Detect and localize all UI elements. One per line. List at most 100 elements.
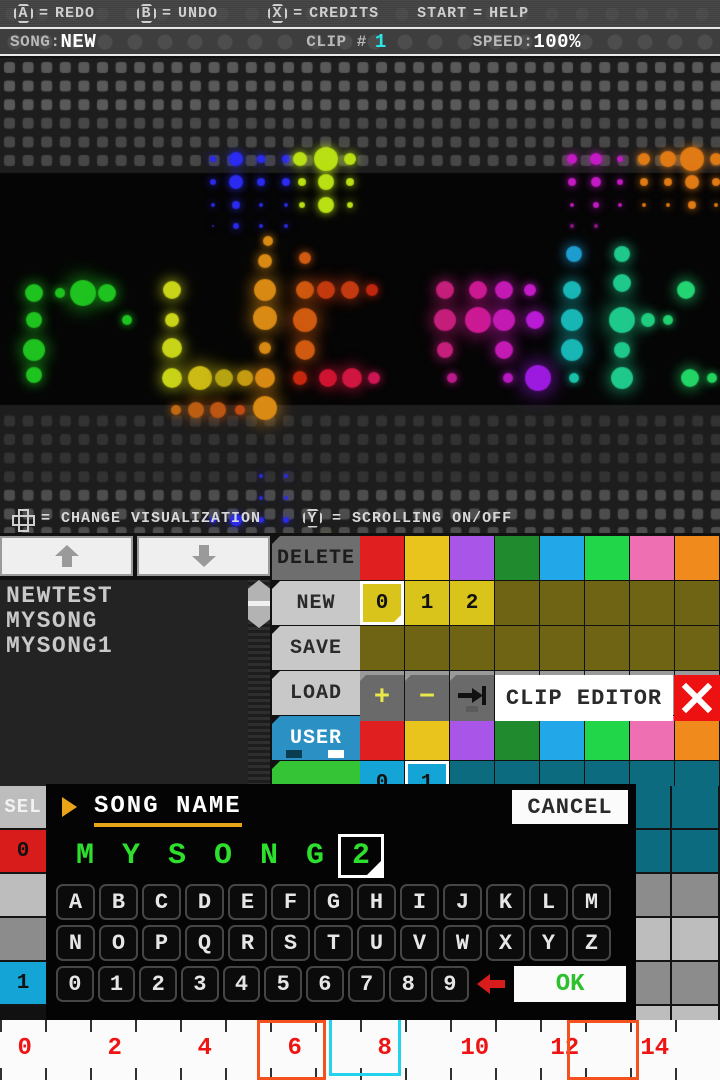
table-row[interactable] [360, 716, 720, 760]
clip-cell-empty[interactable] [495, 581, 539, 625]
key-M[interactable]: M [572, 884, 611, 920]
track-header-1[interactable]: 0 [0, 830, 46, 874]
help-undo[interactable]: B = UNDO [137, 4, 218, 23]
palette-cell[interactable] [585, 716, 629, 760]
load-button[interactable]: LOAD [272, 671, 360, 715]
backspace-arrow-icon[interactable] [473, 966, 511, 1002]
key-X[interactable]: X [486, 925, 525, 961]
song-list-scrollbar[interactable] [248, 580, 270, 786]
close-button[interactable] [674, 675, 720, 721]
song-value[interactable]: NEW [61, 31, 97, 53]
key-G[interactable]: G [314, 884, 353, 920]
key-P[interactable]: P [142, 925, 181, 961]
track-header-2[interactable] [0, 874, 46, 918]
step-cell[interactable] [671, 874, 720, 918]
key-J[interactable]: J [443, 884, 482, 920]
key-2[interactable]: 2 [139, 966, 178, 1002]
key-4[interactable]: 4 [222, 966, 261, 1002]
palette-cell[interactable] [675, 536, 719, 580]
step-cell[interactable] [671, 962, 720, 1006]
key-F[interactable]: F [271, 884, 310, 920]
list-item[interactable]: NEWTEST [6, 584, 242, 609]
key-W[interactable]: W [443, 925, 482, 961]
key-1[interactable]: 1 [97, 966, 136, 1002]
key-9[interactable]: 9 [431, 966, 469, 1002]
clip-cell-empty[interactable] [495, 626, 539, 670]
key-8[interactable]: 8 [389, 966, 428, 1002]
playhead-marker[interactable] [328, 1020, 401, 1076]
clip-cell-2[interactable]: 2 [450, 581, 494, 625]
clip-cell-empty[interactable] [540, 581, 584, 625]
palette-cell[interactable] [495, 536, 539, 580]
step-cell[interactable] [671, 786, 720, 830]
speed-value[interactable]: 100% [533, 31, 581, 53]
palette-cell[interactable] [405, 716, 449, 760]
key-S[interactable]: S [271, 925, 310, 961]
key-O[interactable]: O [99, 925, 138, 961]
palette-cell[interactable] [630, 536, 674, 580]
save-button[interactable]: SAVE [272, 626, 360, 670]
clip-cell-empty[interactable] [630, 581, 674, 625]
palette-cell[interactable] [585, 536, 629, 580]
clip-cell-empty[interactable] [360, 626, 404, 670]
timeline-ruler[interactable]: 0 2 4 6 8 10 12 14 [0, 1020, 720, 1080]
key-K[interactable]: K [486, 884, 525, 920]
key-U[interactable]: U [357, 925, 396, 961]
clip-cell-empty[interactable] [585, 626, 629, 670]
clip-cell-empty[interactable] [405, 626, 449, 670]
key-Y[interactable]: Y [529, 925, 568, 961]
user-button[interactable]: USER [272, 716, 360, 760]
palette-cell[interactable] [675, 716, 719, 760]
palette-cell[interactable] [540, 536, 584, 580]
key-H[interactable]: H [357, 884, 396, 920]
clip-cell-empty[interactable] [450, 626, 494, 670]
key-V[interactable]: V [400, 925, 439, 961]
key-C[interactable]: C [142, 884, 181, 920]
new-button[interactable]: NEW [272, 581, 360, 625]
list-item[interactable]: MYSONG [6, 609, 242, 634]
step-cell[interactable] [671, 918, 720, 962]
palette-cell[interactable] [540, 716, 584, 760]
key-0[interactable]: 0 [56, 966, 94, 1002]
clip-grid[interactable]: 01 201 [360, 536, 720, 806]
key-3[interactable]: 3 [181, 966, 219, 1002]
cancel-button[interactable]: CANCEL [512, 790, 628, 824]
key-Q[interactable]: Q [185, 925, 224, 961]
loop-end-marker[interactable] [567, 1020, 639, 1080]
track-header-0[interactable]: SEL [0, 786, 46, 830]
help-credits[interactable]: X = CREDITS [268, 4, 379, 23]
loop-start-marker[interactable] [256, 1020, 327, 1080]
key-5[interactable]: 5 [264, 966, 303, 1002]
key-N[interactable]: N [56, 925, 95, 961]
palette-cell[interactable] [630, 716, 674, 760]
ok-button[interactable]: OK [514, 966, 626, 1002]
clip-cell-empty[interactable] [675, 581, 719, 625]
clip-cell-empty[interactable] [675, 626, 719, 670]
key-B[interactable]: B [99, 884, 138, 920]
clip-cell-empty[interactable] [585, 581, 629, 625]
scroll-up-button[interactable] [0, 536, 133, 576]
tab-right-button[interactable] [450, 675, 494, 721]
key-I[interactable]: I [400, 884, 439, 920]
palette-cell[interactable] [450, 716, 494, 760]
key-T[interactable]: T [314, 925, 353, 961]
delete-button[interactable]: DELETE [272, 536, 360, 580]
visualizer[interactable] [0, 58, 720, 533]
palette-cell[interactable] [450, 536, 494, 580]
palette-cell[interactable] [495, 716, 539, 760]
help-start[interactable]: START = HELP [417, 5, 529, 22]
track-header-4[interactable]: 1 [0, 962, 46, 1006]
clip-cell-1[interactable]: 1 [405, 581, 449, 625]
name-cursor-char[interactable]: 2 [338, 834, 384, 878]
help-redo[interactable]: A = REDO [14, 4, 95, 23]
key-7[interactable]: 7 [347, 966, 386, 1002]
clip-cell-empty[interactable] [540, 626, 584, 670]
key-E[interactable]: E [228, 884, 267, 920]
song-list[interactable]: NEWTEST MYSONG MYSONG1 [0, 580, 248, 786]
key-D[interactable]: D [185, 884, 224, 920]
table-row[interactable] [360, 626, 720, 670]
palette-cell[interactable] [360, 536, 404, 580]
scroll-down-button[interactable] [137, 536, 270, 576]
song-name-input[interactable]: MYSONG2 [62, 834, 384, 878]
song-name-dialog[interactable]: SONG NAME CANCEL MYSONG2 ABCDEFGHIJKLMNO… [46, 784, 636, 1020]
